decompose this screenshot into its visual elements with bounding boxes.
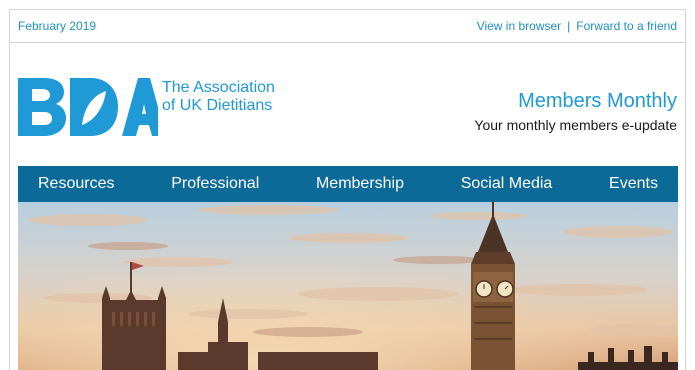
nav-resources[interactable]: Resources — [38, 175, 114, 193]
newsletter-title: Members Monthly — [518, 90, 677, 112]
nav-professional[interactable]: Professional — [171, 175, 259, 193]
newsletter-subtitle: Your monthly members e-update — [474, 117, 677, 133]
bda-logo[interactable] — [18, 78, 166, 136]
westminster-skyline-photo — [18, 202, 678, 370]
nav-social-media[interactable]: Social Media — [461, 175, 553, 193]
email-body: February 2019 View in browser | Forward to… — [9, 9, 686, 370]
preheader-bar: February 2019 View in browser | Forward to… — [10, 10, 685, 43]
issue-date: February 2019 — [18, 19, 97, 33]
brand-tagline: The Association of UK Dietitians — [162, 79, 275, 114]
preheader-links: View in browser | Forward to a friend — [477, 19, 677, 33]
view-in-browser-link[interactable]: View in browser — [477, 19, 561, 33]
main-nav: Resources Professional Membership Social… — [18, 166, 678, 202]
nav-events[interactable]: Events — [609, 175, 658, 193]
hero-image[interactable] — [18, 202, 678, 370]
nav-membership[interactable]: Membership — [316, 175, 404, 193]
forward-to-friend-link[interactable]: Forward to a friend — [576, 19, 677, 33]
link-separator: | — [567, 19, 571, 33]
